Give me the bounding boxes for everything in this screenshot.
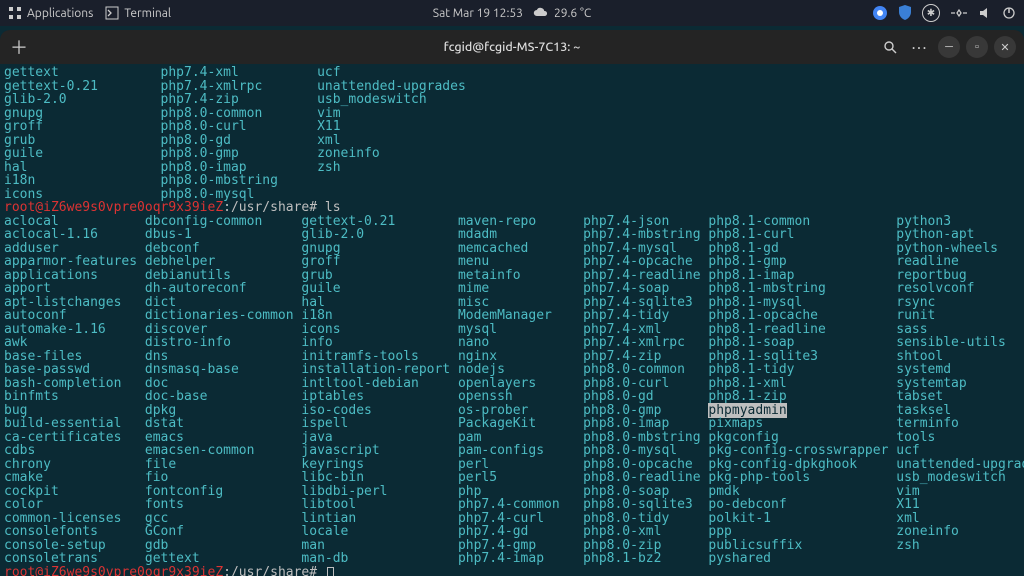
cloud-icon	[533, 7, 549, 19]
network-icon	[950, 7, 968, 19]
list-item: cmake fio libc-bin perl5 php8.0-readline…	[4, 471, 1020, 485]
terminal-task[interactable]: Terminal	[105, 6, 171, 20]
window-titlebar: ＋ fcgid@fcgid-MS-7C13: ~ ··· ─ ▫ ✕	[0, 30, 1024, 64]
list-item: autoconf dictionaries-common i18n ModemM…	[4, 309, 1020, 323]
accessibility-indicator[interactable]: ✱	[922, 4, 940, 22]
chrome-indicator[interactable]	[872, 5, 888, 21]
shield-icon	[898, 5, 912, 21]
maximize-icon: ▫	[975, 41, 979, 53]
terminal-body[interactable]: gettext php7.4-xml ucfgettext-0.21 php7.…	[0, 64, 1024, 576]
grid-apps-icon	[8, 6, 22, 20]
minimize-icon: ─	[945, 41, 953, 53]
list-item: gettext-0.21 php7.4-xmlrpc unattended-up…	[4, 80, 1020, 94]
list-item: cockpit fontconfig libdbi-perl php php8.…	[4, 485, 1020, 499]
applications-menu[interactable]: Applications	[8, 6, 93, 20]
list-item: groff php8.0-curl X11	[4, 120, 1020, 134]
terminal-icon	[105, 6, 119, 20]
close-button[interactable]: ✕	[994, 36, 1016, 58]
list-item: base-files dns initramfs-tools nginx php…	[4, 350, 1020, 364]
shell-prompt: root@iZ6we9s0vpre0oqr9x39ieZ:/usr/share#…	[4, 201, 1020, 215]
close-icon: ✕	[1000, 41, 1009, 54]
maximize-button[interactable]: ▫	[966, 36, 988, 58]
list-item: common-licenses gcc lintian php7.4-curl …	[4, 512, 1020, 526]
list-item: awk distro-info info nano php7.4-xmlrpc …	[4, 336, 1020, 350]
list-item: consolefonts GConf locale php7.4-gd php8…	[4, 525, 1020, 539]
shell-prompt: root@iZ6we9s0vpre0oqr9x39ieZ:/usr/share#	[4, 566, 1020, 576]
list-item: build-essential dstat ispell PackageKit …	[4, 417, 1020, 431]
list-item: aclocal-1.16 dbus-1 glib-2.0 mdadm php7.…	[4, 228, 1020, 242]
list-item: i18n php8.0-mbstring	[4, 174, 1020, 188]
power-icon	[1002, 6, 1016, 20]
minimize-button[interactable]: ─	[938, 36, 960, 58]
terminal-task-label: Terminal	[124, 7, 171, 20]
sound-indicator[interactable]	[978, 6, 992, 20]
list-item: bash-completion doc intltool-debian open…	[4, 377, 1020, 391]
list-item: gettext php7.4-xml ucf	[4, 66, 1020, 80]
list-item: hal php8.0-imap zsh	[4, 161, 1020, 175]
list-item: adduser debconf gnupg memcached php7.4-m…	[4, 242, 1020, 256]
list-item: ca-certificates emacs java pam php8.0-mb…	[4, 431, 1020, 445]
list-item: aclocal dbconfig-common gettext-0.21 mav…	[4, 215, 1020, 229]
list-item: console-setup gdb man php7.4-gmp php8.0-…	[4, 539, 1020, 553]
clock[interactable]: Sat Mar 19 12:53	[433, 7, 523, 20]
list-item: icons php8.0-mysql	[4, 188, 1020, 202]
desktop-topbar: Applications Terminal Sat Mar 19 12:53 2…	[0, 0, 1024, 26]
list-item: color fonts libtool php7.4-common php8.0…	[4, 498, 1020, 512]
shield-indicator[interactable]	[898, 5, 912, 21]
search-button[interactable]	[878, 35, 902, 59]
terminal-window: ＋ fcgid@fcgid-MS-7C13: ~ ··· ─ ▫ ✕ gette…	[0, 30, 1024, 576]
temperature: 29.6 °C	[554, 7, 591, 20]
list-item: apparmor-features debhelper groff menu p…	[4, 255, 1020, 269]
power-indicator[interactable]	[1002, 6, 1016, 20]
dots-icon: ···	[912, 39, 928, 55]
list-item: apport dh-autoreconf guile mime php7.4-s…	[4, 282, 1020, 296]
hamburger-menu-button[interactable]: ···	[908, 35, 932, 59]
list-item: apt-listchanges dict hal misc php7.4-sql…	[4, 296, 1020, 310]
list-item: grub php8.0-gd xml	[4, 134, 1020, 148]
list-item: bug dpkg iso-codes os-prober php8.0-gmp …	[4, 404, 1020, 418]
list-item: binfmts doc-base iptables openssh php8.0…	[4, 390, 1020, 404]
list-item: gnupg php8.0-common vim	[4, 107, 1020, 121]
list-item: cdbs emacsen-common javascript pam-confi…	[4, 444, 1020, 458]
applications-label: Applications	[27, 7, 93, 20]
speaker-icon	[978, 6, 992, 20]
list-item: glib-2.0 php7.4-zip usb_modeswitch	[4, 93, 1020, 107]
list-item: automake-1.16 discover icons mysql php7.…	[4, 323, 1020, 337]
chrome-icon	[872, 5, 888, 21]
list-item: consoletrans gettext man-db php7.4-imap …	[4, 552, 1020, 566]
window-title: fcgid@fcgid-MS-7C13: ~	[444, 40, 581, 54]
weather-widget[interactable]: 29.6 °C	[533, 7, 591, 20]
list-item: base-passwd dnsmasq-base installation-re…	[4, 363, 1020, 377]
list-item: chrony file keyrings perl php8.0-opcache…	[4, 458, 1020, 472]
search-icon	[883, 40, 897, 54]
terminal-cursor	[327, 567, 334, 576]
list-item: applications debianutils grub metainfo p…	[4, 269, 1020, 283]
network-indicator[interactable]	[950, 7, 968, 19]
list-item: guile php8.0-gmp zoneinfo	[4, 147, 1020, 161]
new-tab-button[interactable]: ＋	[8, 36, 30, 58]
